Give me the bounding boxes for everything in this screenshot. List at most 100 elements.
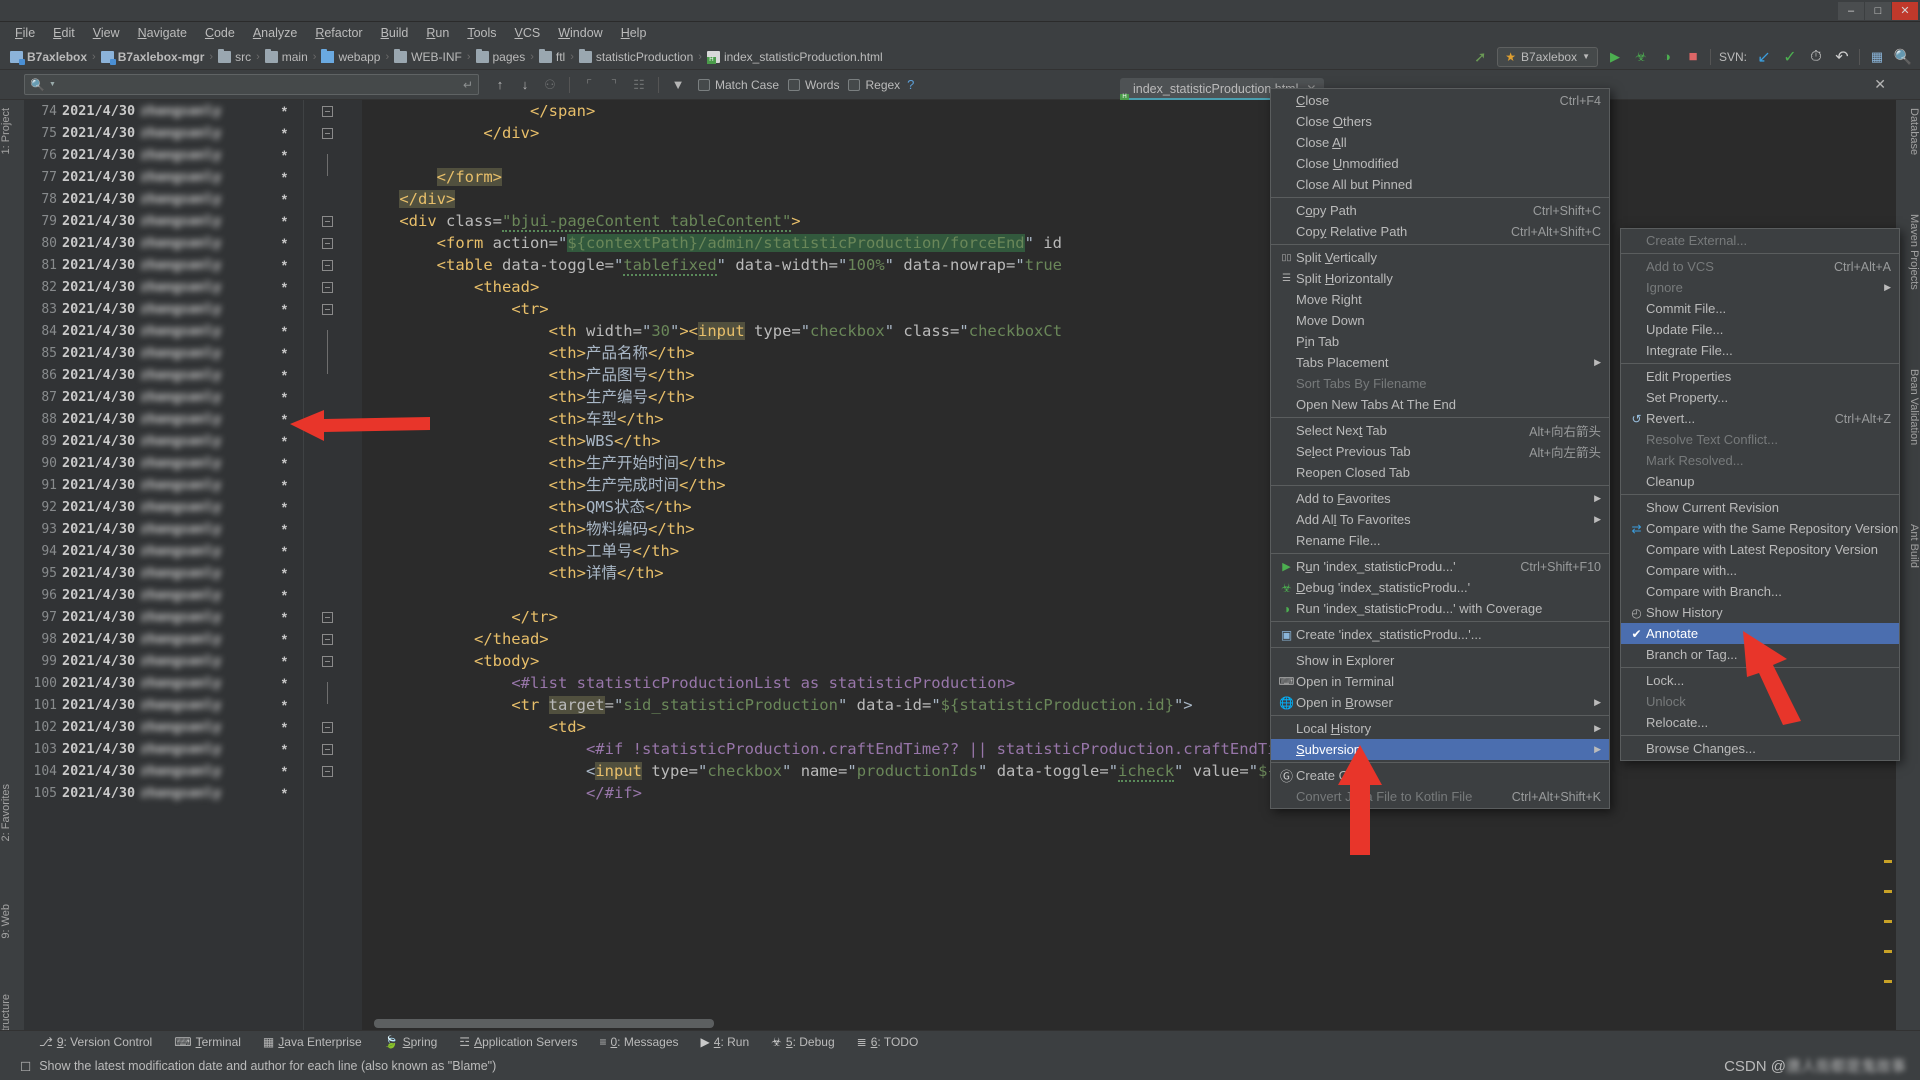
annotation-row[interactable]: 76 2021/4/30 zhangsanly * [24, 144, 303, 166]
ctx-create-gist[interactable]: Ⓖ Create Gist... [1271, 765, 1609, 786]
svn-revert[interactable]: ↺ Revert... Ctrl+Alt+Z [1621, 408, 1899, 429]
code-fold-icon[interactable] [322, 106, 333, 117]
svn-cleanup[interactable]: Cleanup [1621, 471, 1899, 492]
tool-window-database[interactable]: Database [1896, 104, 1920, 159]
maximize-button[interactable]: □ [1865, 1, 1891, 20]
ctx-open-in-browser[interactable]: 🌐 Open in Browser ▶ [1271, 692, 1609, 713]
minimize-button[interactable]: – [1838, 1, 1864, 20]
menu-help[interactable]: Help [612, 24, 656, 42]
annotation-row[interactable]: 105 2021/4/30 zhangsanly * [24, 782, 303, 804]
code-line[interactable]: </div> [362, 122, 1878, 144]
ctx-move-right[interactable]: Move Right [1271, 289, 1609, 310]
svn-compare-with[interactable]: Compare with... [1621, 560, 1899, 581]
code-fold-icon[interactable] [322, 238, 333, 249]
ctx-copy-path[interactable]: Copy Path Ctrl+Shift+C [1271, 200, 1609, 221]
bottom-tool-terminal[interactable]: ⌨ Terminal [163, 1035, 252, 1049]
svn-commit-file[interactable]: Commit File... [1621, 298, 1899, 319]
ctx-add-to-favorites[interactable]: Add to Favorites ▶ [1271, 488, 1609, 509]
ctx-close[interactable]: Close Ctrl+F4 [1271, 90, 1609, 111]
code-fold-icon[interactable] [322, 216, 333, 227]
breadcrumb-item-b7axlebox[interactable]: B7axlebox [6, 50, 91, 65]
ctx-tabs-placement[interactable]: Tabs Placement ▶ [1271, 352, 1609, 373]
annotation-row[interactable]: 75 2021/4/30 zhangsanly * [24, 122, 303, 144]
bottom-tool-0-messages[interactable]: ≡ 0: Messages [588, 1035, 689, 1049]
svn-revert-icon[interactable]: ↶ [1833, 48, 1851, 66]
svn-set-property[interactable]: Set Property... [1621, 387, 1899, 408]
svn-integrate-file[interactable]: Integrate File... [1621, 340, 1899, 361]
ctx-local-history[interactable]: Local History ▶ [1271, 718, 1609, 739]
svn-show-current-revision[interactable]: Show Current Revision [1621, 497, 1899, 518]
ctx-open-in-terminal[interactable]: ⌨ Open in Terminal [1271, 671, 1609, 692]
tool-window-web[interactable]: 9: Web [0, 900, 24, 943]
annotation-row[interactable]: 103 2021/4/30 zhangsanly * [24, 738, 303, 760]
code-fold-icon[interactable] [322, 612, 333, 623]
menu-vcs[interactable]: VCS [506, 24, 550, 42]
breadcrumb-item-src[interactable]: src [214, 48, 255, 64]
annotation-row[interactable]: 95 2021/4/30 zhangsanly * [24, 562, 303, 584]
tool-window-favorites[interactable]: 2: Favorites [0, 780, 24, 845]
run-with-coverage-icon[interactable]: ◑ [1658, 48, 1676, 66]
annotation-row[interactable]: 97 2021/4/30 zhangsanly * [24, 606, 303, 628]
menu-edit[interactable]: Edit [44, 24, 84, 42]
breadcrumb-item-webapp[interactable]: webapp [317, 48, 384, 64]
ctx-run-index-statisticprodu[interactable]: ▶ Run 'index_statisticProdu...' Ctrl+Shift… [1271, 556, 1609, 577]
annotation-row[interactable]: 91 2021/4/30 zhangsanly * [24, 474, 303, 496]
annotation-row[interactable]: 94 2021/4/30 zhangsanly * [24, 540, 303, 562]
breadcrumb-item-ftl[interactable]: ftl [535, 48, 569, 64]
breadcrumb-item-statisticproduction[interactable]: statisticProduction [575, 48, 697, 64]
jump-to-source-icon[interactable]: ➚ [1471, 48, 1489, 66]
code-fold-icon[interactable] [322, 744, 333, 755]
annotation-row[interactable]: 100 2021/4/30 zhangsanly * [24, 672, 303, 694]
ctx-subversion[interactable]: Subversion ▶ [1271, 739, 1609, 760]
bottom-tool-application-servers[interactable]: ☲ Application Servers [448, 1035, 588, 1049]
ctx-close-others[interactable]: Close Others [1271, 111, 1609, 132]
code-line[interactable]: </form> [362, 166, 1878, 188]
annotation-row[interactable]: 101 2021/4/30 zhangsanly * [24, 694, 303, 716]
annotation-row[interactable]: 80 2021/4/30 zhangsanly * [24, 232, 303, 254]
annotation-row[interactable]: 77 2021/4/30 zhangsanly * [24, 166, 303, 188]
ctx-reopen-closed-tab[interactable]: Reopen Closed Tab [1271, 462, 1609, 483]
menu-build[interactable]: Build [372, 24, 418, 42]
annotation-row[interactable]: 82 2021/4/30 zhangsanly * [24, 276, 303, 298]
annotation-row[interactable]: 89 2021/4/30 zhangsanly * [24, 430, 303, 452]
ctx-split-vertically[interactable]: ▯▯ Split Vertically [1271, 247, 1609, 268]
bottom-tool-5-debug[interactable]: ☣ 5: Debug [760, 1035, 845, 1049]
horizontal-scrollbar[interactable] [374, 1019, 714, 1028]
breadcrumb-item-main[interactable]: main [261, 48, 312, 64]
code-line[interactable]: </div> [362, 188, 1878, 210]
ctx-close-unmodified[interactable]: Close Unmodified [1271, 153, 1609, 174]
menu-analyze[interactable]: Analyze [244, 24, 306, 42]
ctx-create-index-statisticprodu[interactable]: ▣ Create 'index_statisticProdu...'... [1271, 624, 1609, 645]
breadcrumb-item-web-inf[interactable]: WEB-INF [390, 48, 466, 64]
ctx-run-index-statisticprodu-with-coverage[interactable]: ◑ Run 'index_statisticProdu...' with Cove… [1271, 598, 1609, 619]
svn-commit-icon[interactable]: ✓ [1781, 48, 1799, 66]
close-button[interactable]: ✕ [1892, 1, 1918, 20]
code-fold-icon[interactable] [322, 722, 333, 733]
run-configuration-selector[interactable]: ★ B7axlebox ▼ [1497, 46, 1598, 67]
annotation-row[interactable]: 93 2021/4/30 zhangsanly * [24, 518, 303, 540]
bottom-tool-4-run[interactable]: ▶ 4: Run [690, 1035, 761, 1049]
code-fold-icon[interactable] [322, 766, 333, 777]
bottom-tool-9-version-control[interactable]: ⎇ 9: Version Control [28, 1035, 163, 1049]
code-fold-icon[interactable] [322, 282, 333, 293]
breadcrumb-item-pages[interactable]: pages [472, 48, 530, 64]
annotation-row[interactable]: 98 2021/4/30 zhangsanly * [24, 628, 303, 650]
annotation-row[interactable]: 92 2021/4/30 zhangsanly * [24, 496, 303, 518]
code-editor[interactable]: 74 2021/4/30 zhangsanly * 75 2021/4/30 zhangsa… [24, 100, 1896, 1030]
annotation-row[interactable]: 83 2021/4/30 zhangsanly * [24, 298, 303, 320]
annotation-gutter[interactable]: 74 2021/4/30 zhangsanly * 75 2021/4/30 zhangsa… [24, 100, 304, 1030]
ctx-debug-index-statisticprodu[interactable]: ☣ Debug 'index_statisticProdu...' [1271, 577, 1609, 598]
annotation-row[interactable]: 99 2021/4/30 zhangsanly * [24, 650, 303, 672]
ctx-split-horizontally[interactable]: ☰ Split Horizontally [1271, 268, 1609, 289]
svn-show-history[interactable]: ◴ Show History [1621, 602, 1899, 623]
fold-gutter[interactable] [304, 100, 362, 1030]
svn-browse-changes[interactable]: Browse Changes... [1621, 738, 1899, 759]
search-everywhere-icon[interactable]: 🔍 [1894, 48, 1913, 66]
bottom-tool-java-enterprise[interactable]: ▦ Java Enterprise [252, 1035, 373, 1049]
code-fold-icon[interactable] [322, 128, 333, 139]
annotation-row[interactable]: 84 2021/4/30 zhangsanly * [24, 320, 303, 342]
ctx-close-all-but-pinned[interactable]: Close All but Pinned [1271, 174, 1609, 195]
menu-refactor[interactable]: Refactor [306, 24, 371, 42]
ctx-pin-tab[interactable]: Pin Tab [1271, 331, 1609, 352]
code-fold-icon[interactable] [322, 304, 333, 315]
